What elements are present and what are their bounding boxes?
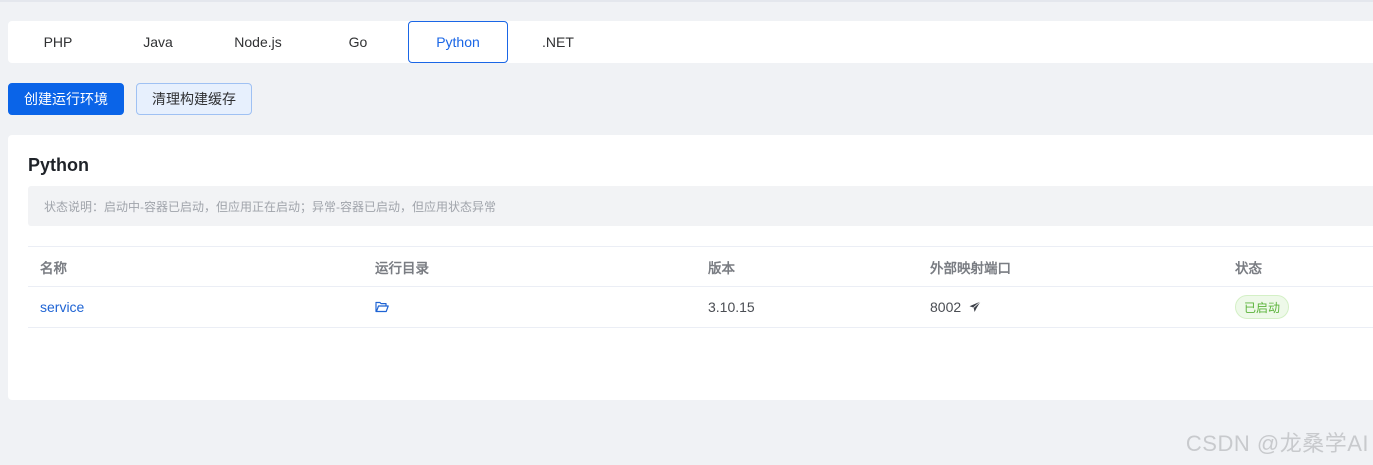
runtime-panel: Python 状态说明：启动中-容器已启动，但应用正在启动；异常-容器已启动，但… [8,135,1373,400]
runtime-version: 3.10.15 [708,299,755,315]
column-header-status: 状态 [1235,261,1262,276]
tab-php[interactable]: PHP [8,21,108,63]
status-badge: 已启动 [1235,295,1290,319]
language-tabs: PHP Java Node.js Go Python .NET [8,21,1373,63]
tab-dotnet[interactable]: .NET [508,21,608,63]
tab-nodejs[interactable]: Node.js [208,21,308,63]
column-header-port: 外部映射端口 [930,261,1011,276]
column-header-directory: 运行目录 [375,261,429,276]
panel-title: Python [28,155,89,175]
port-cell: 8002 [930,299,981,315]
clear-build-cache-button[interactable]: 清理构建缓存 [136,83,252,115]
tab-java[interactable]: Java [108,21,208,63]
runtime-name-link[interactable]: service [40,299,84,315]
top-divider [0,0,1373,2]
status-notice-text: 状态说明：启动中-容器已启动，但应用正在启动；异常-容器已启动，但应用状态异常 [44,199,496,214]
column-header-name: 名称 [40,261,67,276]
send-icon[interactable] [969,301,981,313]
runtime-table: 名称 运行目录 版本 外部映射端口 状态 service 3.10.15 800… [28,246,1373,328]
column-header-version: 版本 [708,261,735,276]
tab-go[interactable]: Go [308,21,408,63]
status-notice: 状态说明：启动中-容器已启动，但应用正在启动；异常-容器已启动，但应用状态异常 [28,186,1373,226]
tab-python[interactable]: Python [408,21,508,63]
folder-open-icon[interactable] [375,301,389,313]
watermark: CSDN @龙桑学AI [1185,431,1369,456]
port-value: 8002 [930,299,962,315]
create-runtime-button[interactable]: 创建运行环境 [8,83,124,115]
table-header: 名称 运行目录 版本 外部映射端口 状态 [28,246,1373,287]
table-row: service 3.10.15 8002 已启动 [28,287,1373,328]
